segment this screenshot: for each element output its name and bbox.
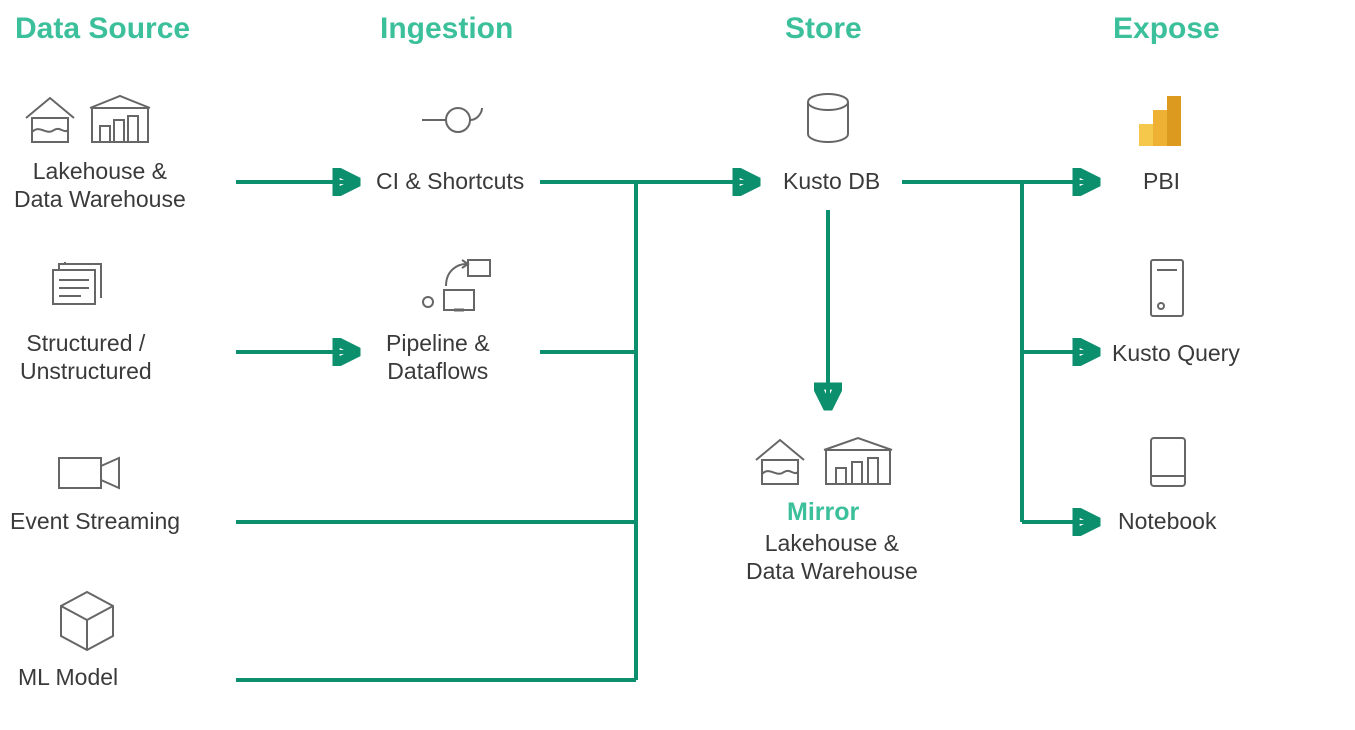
- column-header-data-source: Data Source: [15, 12, 190, 46]
- lakehouse-icon: [22, 88, 162, 153]
- event-streaming-label: Event Streaming: [10, 508, 180, 536]
- notebook-label: Notebook: [1118, 508, 1216, 536]
- documents-icon: [45, 262, 125, 327]
- power-bi-icon: [1135, 90, 1191, 155]
- column-header-ingestion: Ingestion: [380, 12, 513, 46]
- server-icon: [1145, 256, 1195, 331]
- kusto-query-label: Kusto Query: [1112, 340, 1240, 368]
- mirror-lakehouse-icon: [752, 430, 912, 495]
- camera-icon: [55, 450, 135, 505]
- cube-icon: [55, 588, 125, 663]
- architecture-diagram: Data Source Ingestion Store Expose Lakeh…: [0, 0, 1355, 730]
- notebook-icon: [1145, 434, 1195, 499]
- mirror-label: Mirror: [787, 498, 859, 527]
- kusto-db-label: Kusto DB: [783, 168, 880, 196]
- column-header-store: Store: [785, 12, 862, 46]
- pipeline-dataflows-label: Pipeline & Dataflows: [386, 330, 490, 385]
- ci-shortcuts-label: CI & Shortcuts: [376, 168, 524, 196]
- structured-unstructured-label: Structured / Unstructured: [20, 330, 152, 385]
- pbi-label: PBI: [1143, 168, 1180, 196]
- ml-model-label: ML Model: [18, 664, 118, 692]
- database-icon: [800, 90, 860, 155]
- lakehouse-dw-label: Lakehouse & Data Warehouse: [14, 158, 186, 213]
- dataflow-icon: [418, 256, 508, 331]
- column-header-expose: Expose: [1113, 12, 1220, 46]
- commit-icon: [418, 100, 498, 145]
- mirror-sublabel: Lakehouse & Data Warehouse: [746, 530, 918, 585]
